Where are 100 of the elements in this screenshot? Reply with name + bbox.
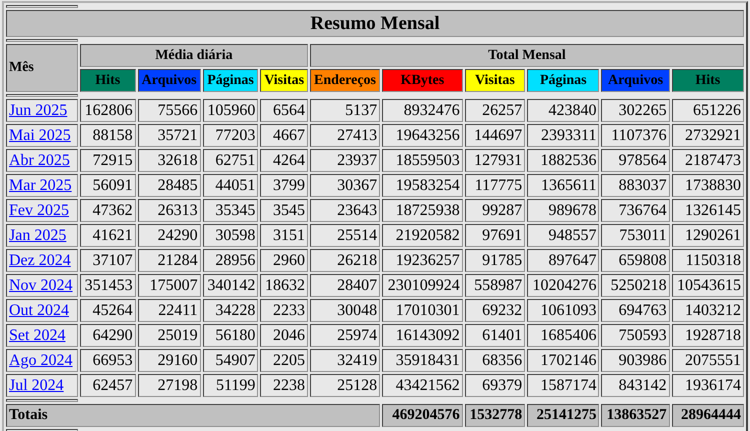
- table-cell: 1702146: [527, 349, 600, 372]
- table-cell: 2046: [260, 324, 308, 347]
- table-cell: 1936174: [672, 374, 744, 397]
- table-cell: 45264: [80, 299, 136, 322]
- table-cell: 69379: [464, 374, 526, 397]
- table-cell: 30367: [310, 174, 380, 197]
- table-cell: 5250218: [601, 274, 670, 297]
- month-link[interactable]: Set 2024: [9, 326, 66, 344]
- table-cell: 558987: [464, 274, 526, 297]
- table-cell: 750593: [601, 324, 670, 347]
- table-cell: 62751: [202, 149, 258, 172]
- total-cell: 1532778: [464, 404, 526, 427]
- table-cell: 1061093: [527, 299, 600, 322]
- table-cell: 18725938: [382, 199, 463, 222]
- table-cell: 2238: [260, 374, 308, 397]
- month-link[interactable]: Nov 2024: [9, 276, 73, 294]
- table-cell: 5137: [310, 99, 380, 122]
- table-cell: 694763: [601, 299, 670, 322]
- table-cell: 25128: [310, 374, 380, 397]
- table-cell: 1326145: [672, 199, 744, 222]
- table-cell: 19583254: [382, 174, 463, 197]
- table-cell: 2960: [260, 249, 308, 272]
- spacer-cell: [6, 5, 78, 8]
- spacer-cell: [6, 399, 78, 402]
- table-cell: 2233: [260, 299, 308, 322]
- table-cell: 16143092: [382, 324, 463, 347]
- table-cell: 25019: [138, 324, 201, 347]
- table-cell: 883037: [601, 174, 670, 197]
- table-cell: 659808: [601, 249, 670, 272]
- column-header: KBytes: [382, 69, 463, 92]
- table-cell: 99287: [464, 199, 526, 222]
- table-cell: 18559503: [382, 149, 463, 172]
- table-cell: 3151: [260, 224, 308, 247]
- table-cell: 56091: [80, 174, 136, 197]
- table-cell: 230109924: [382, 274, 463, 297]
- month-link[interactable]: Mar 2025: [9, 176, 72, 194]
- table-cell: 51199: [202, 374, 258, 397]
- table-cell: 25974: [310, 324, 380, 347]
- table-title: Resumo Mensal: [6, 10, 744, 37]
- spacer-cell: [6, 39, 78, 42]
- table-cell: 97691: [464, 224, 526, 247]
- month-link[interactable]: Ago 2024: [9, 352, 73, 368]
- table-cell: 3799: [260, 174, 308, 197]
- table-cell: 23643: [310, 199, 380, 222]
- table-cell: 91785: [464, 249, 526, 272]
- table-cell: 1928718: [672, 324, 744, 347]
- column-header: Hits: [80, 69, 136, 92]
- table-cell: 66953: [80, 349, 136, 372]
- table-cell: 340142: [202, 274, 258, 297]
- table-cell: 175007: [138, 274, 201, 297]
- table-cell: 897647: [527, 249, 600, 272]
- table-cell: 162806: [80, 99, 136, 122]
- table-cell: 19643256: [382, 124, 463, 147]
- table-cell: 753011: [601, 224, 670, 247]
- table-cell: 27198: [138, 374, 201, 397]
- table-cell: 88158: [80, 124, 136, 147]
- month-link[interactable]: Jan 2025: [9, 226, 66, 244]
- month-link[interactable]: Jun 2025: [9, 102, 68, 118]
- month-link[interactable]: Mai 2025: [9, 126, 71, 144]
- spacer-cell: [6, 94, 78, 97]
- month-link[interactable]: Jul 2024: [9, 376, 64, 394]
- group-header: Média diária: [80, 44, 308, 67]
- table-cell: 8932476: [382, 99, 463, 122]
- table-cell: 1882536: [527, 149, 600, 172]
- table-cell: 18632: [260, 274, 308, 297]
- table-cell: 843142: [601, 374, 670, 397]
- group-header: Total Mensal: [310, 44, 744, 67]
- table-cell: 41621: [80, 224, 136, 247]
- table-cell: 2075551: [672, 349, 744, 372]
- month-link[interactable]: Dez 2024: [9, 252, 71, 268]
- table-cell: 2732921: [672, 124, 744, 147]
- table-cell: 24290: [138, 224, 201, 247]
- table-cell: 26313: [138, 199, 201, 222]
- table-cell: 68356: [464, 349, 526, 372]
- table-cell: 28407: [310, 274, 380, 297]
- table-cell: 56180: [202, 324, 258, 347]
- month-link[interactable]: Fev 2025: [9, 202, 69, 218]
- table-cell: 17010301: [382, 299, 463, 322]
- table-cell: 1365611: [527, 174, 600, 197]
- table-cell: 28956: [202, 249, 258, 272]
- month-link[interactable]: Abr 2025: [9, 152, 70, 168]
- table-cell: 43421562: [382, 374, 463, 397]
- table-cell: 22411: [138, 299, 201, 322]
- table-cell: 61401: [464, 324, 526, 347]
- table-cell: 978564: [601, 149, 670, 172]
- table-cell: 35918431: [382, 349, 463, 372]
- month-link[interactable]: Out 2024: [9, 302, 69, 318]
- table-cell: 34228: [202, 299, 258, 322]
- table-cell: 2187473: [672, 149, 744, 172]
- table-cell: 26257: [464, 99, 526, 122]
- total-cell: 13863527: [601, 404, 670, 427]
- table-cell: 32419: [310, 349, 380, 372]
- column-header: Mês: [6, 44, 78, 92]
- table-cell: 1738830: [672, 174, 744, 197]
- table-cell: 35721: [138, 124, 201, 147]
- column-header: Endereços: [310, 69, 380, 92]
- table-cell: 651226: [672, 99, 744, 122]
- table-cell: 47362: [80, 199, 136, 222]
- table-cell: 117775: [464, 174, 526, 197]
- table-cell: 30598: [202, 224, 258, 247]
